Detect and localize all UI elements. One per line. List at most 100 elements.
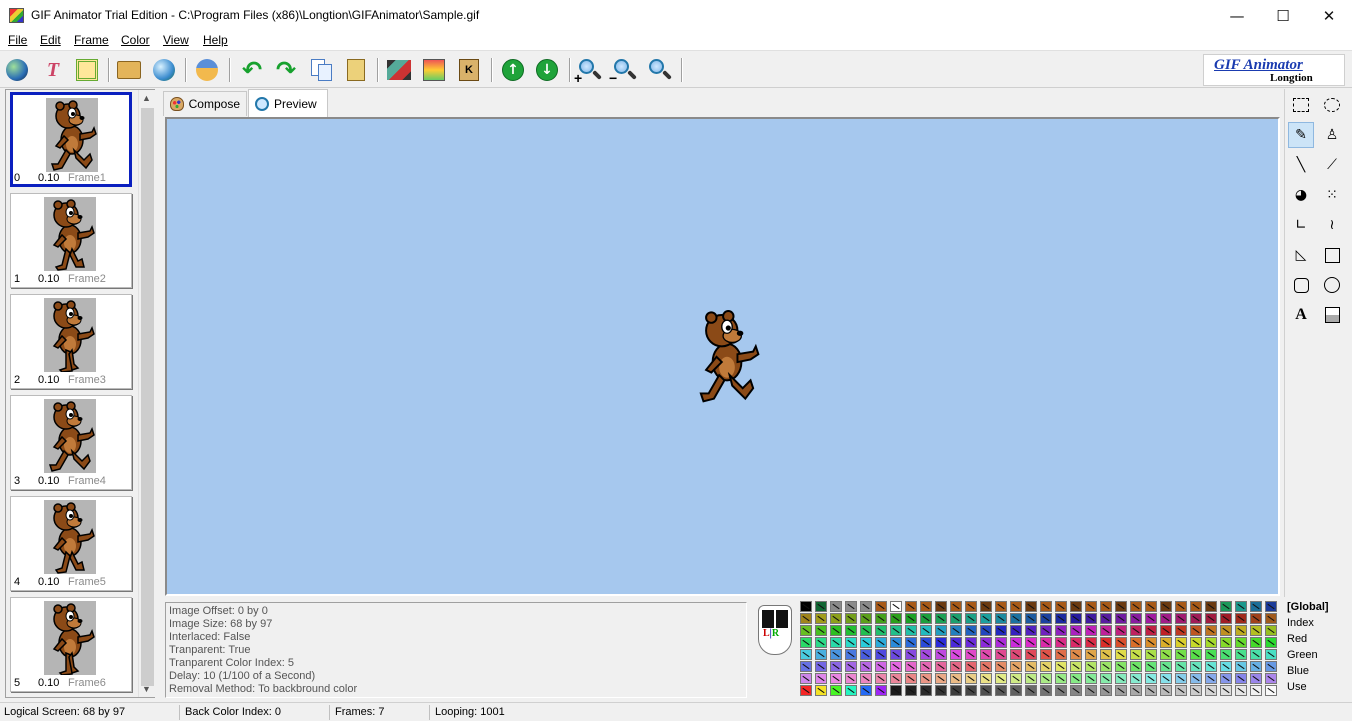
palette-swatch[interactable] [950,601,962,612]
palette-swatch[interactable] [800,649,812,660]
palette-swatch[interactable] [1205,637,1217,648]
palette-swatch[interactable] [1085,649,1097,660]
palette-swatch[interactable] [1025,649,1037,660]
palette-swatch[interactable] [845,637,857,648]
line-icon[interactable]: ╲ [1288,152,1314,178]
palette-swatch[interactable] [1160,685,1172,696]
fill-bucket-icon[interactable]: ◕ [1288,182,1314,208]
palette-swatch[interactable] [1250,685,1262,696]
palette-swatch[interactable] [1010,601,1022,612]
palette-swatch[interactable] [1100,649,1112,660]
palette-swatch[interactable] [1175,685,1187,696]
palette-swatch[interactable] [920,661,932,672]
palette-swatch[interactable] [815,625,827,636]
palette-swatch[interactable] [965,649,977,660]
palette-swatch[interactable] [1235,637,1247,648]
palette-swatch[interactable] [995,637,1007,648]
palette-swatch[interactable] [1085,625,1097,636]
palette-swatch[interactable] [1130,661,1142,672]
menu-color[interactable]: Color [121,33,150,47]
palette-swatch[interactable] [1235,613,1247,624]
palette-swatch[interactable] [1025,625,1037,636]
rectangle-icon[interactable] [1319,242,1345,268]
palette-swatch[interactable] [1235,625,1247,636]
palette-swatch[interactable] [800,625,812,636]
palette-swatch[interactable] [890,625,902,636]
curve-icon[interactable]: ≀ [1319,212,1345,238]
palette-swatch[interactable] [1265,649,1277,660]
palette-swatch[interactable] [920,637,932,648]
palette-swatch[interactable] [1130,601,1142,612]
palette-swatch[interactable] [875,637,887,648]
palette-swatch[interactable] [1025,601,1037,612]
tab-preview[interactable]: Preview [248,89,328,117]
palette-swatch[interactable] [1160,649,1172,660]
palette-swatch[interactable] [1220,625,1232,636]
palette-swatch[interactable] [1010,673,1022,684]
palette-swatch[interactable] [890,673,902,684]
palette-swatch[interactable] [860,637,872,648]
palette-swatch[interactable] [905,637,917,648]
text-icon[interactable]: T [40,57,66,83]
palette-swatch[interactable] [1145,685,1157,696]
ellipse-icon[interactable] [1319,272,1345,298]
effect-icon[interactable] [421,57,447,83]
palette-swatch[interactable] [860,601,872,612]
palette-swatch[interactable] [875,649,887,660]
palette-swatch[interactable] [1190,613,1202,624]
palette-swatch[interactable] [1145,601,1157,612]
palette-swatch[interactable] [1145,661,1157,672]
copy-icon[interactable] [309,57,335,83]
palette-swatch[interactable] [1145,613,1157,624]
palette-swatch[interactable] [1265,661,1277,672]
palette-swatch[interactable] [1190,673,1202,684]
palette-swatch[interactable] [935,637,947,648]
palette-swatch[interactable] [1010,661,1022,672]
palette-swatch[interactable] [905,649,917,660]
palette-swatch[interactable] [1085,601,1097,612]
palette-swatch[interactable] [1190,637,1202,648]
palette-swatch[interactable] [1025,613,1037,624]
palette-swatch[interactable] [1265,601,1277,612]
palette-swatch[interactable] [875,601,887,612]
preview-canvas[interactable] [165,117,1280,596]
palette-swatch[interactable] [890,637,902,648]
palette-swatch[interactable] [1205,673,1217,684]
palette-swatch[interactable] [860,649,872,660]
palette-swatch[interactable] [1175,601,1187,612]
palette-swatch[interactable] [905,685,917,696]
palette-swatch[interactable] [1070,601,1082,612]
palette-swatch[interactable] [845,685,857,696]
redo-icon[interactable]: ↷ [273,56,299,84]
palette-swatch[interactable] [1100,673,1112,684]
palette-swatch[interactable] [1010,637,1022,648]
menu-file[interactable]: File [8,33,27,47]
palette-swatch[interactable] [830,613,842,624]
palette-swatch[interactable] [1010,649,1022,660]
palette-swatch[interactable] [980,685,992,696]
palette-swatch[interactable] [815,613,827,624]
text-tool-icon[interactable]: A [1288,302,1314,328]
palette-swatch[interactable] [1055,673,1067,684]
palette-swatch[interactable] [1100,625,1112,636]
palette-swatch[interactable] [1100,601,1112,612]
palette-swatch[interactable] [1190,661,1202,672]
palette-swatch[interactable] [1070,613,1082,624]
open-folder-icon[interactable] [116,57,142,83]
scroll-thumb[interactable] [141,108,154,686]
globe-download-icon[interactable] [151,57,177,83]
palette-swatch[interactable] [965,613,977,624]
palette-swatch[interactable] [1175,649,1187,660]
palette-swatch[interactable] [980,613,992,624]
palette-swatch[interactable] [1250,637,1262,648]
palette-swatch[interactable] [935,685,947,696]
palette-swatch[interactable] [1025,673,1037,684]
zoom-out-icon[interactable]: − [609,57,638,86]
palette-swatch[interactable] [1175,625,1187,636]
palette-swatch[interactable] [1205,625,1217,636]
palette-swatch[interactable] [980,625,992,636]
palette-swatch[interactable] [1130,673,1142,684]
palette-swatch[interactable] [1100,613,1112,624]
palette-swatch[interactable] [920,625,932,636]
palette-swatch[interactable] [980,601,992,612]
